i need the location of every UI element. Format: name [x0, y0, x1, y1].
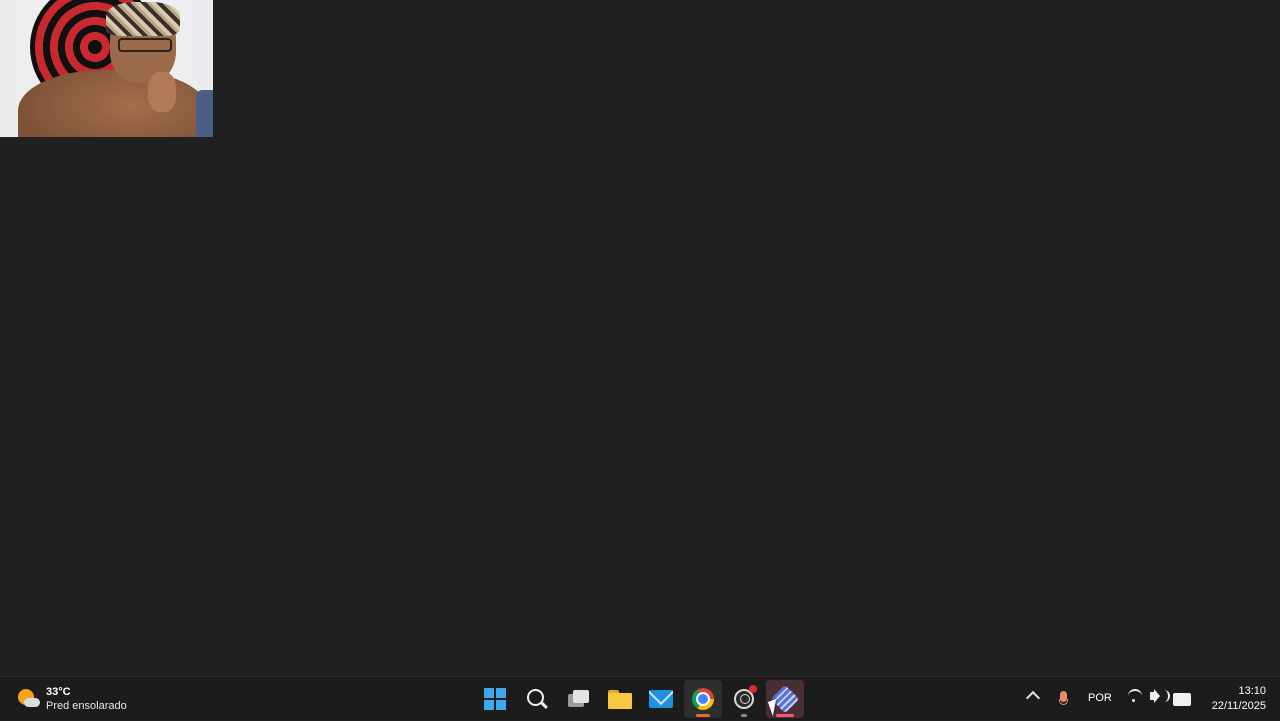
mail-button[interactable] — [642, 680, 680, 718]
clock-time: 13:10 — [1238, 685, 1266, 697]
sunny-weather-icon — [16, 687, 40, 711]
chrome-button[interactable] — [684, 680, 722, 718]
active-indicator — [776, 714, 794, 717]
wifi-icon[interactable] — [1128, 689, 1142, 703]
running-indicator — [741, 714, 747, 717]
battery-icon[interactable] — [1173, 693, 1191, 706]
task-view-icon — [568, 690, 590, 708]
person-torso — [18, 70, 208, 137]
microphone-stand — [1059, 699, 1068, 705]
weather-condition: Pred ensolarado — [46, 700, 127, 712]
bandana — [106, 2, 180, 36]
file-explorer-button[interactable] — [601, 680, 639, 718]
search-button[interactable] — [518, 680, 556, 718]
input-language[interactable]: POR — [1088, 692, 1112, 704]
windows-logo-icon — [484, 688, 506, 710]
volume-wave — [1162, 690, 1170, 702]
person-hand — [148, 72, 176, 112]
running-indicator — [696, 714, 710, 717]
folder-icon — [608, 689, 632, 709]
obs-button[interactable] — [725, 680, 763, 718]
volume-icon[interactable] — [1150, 689, 1160, 703]
weather-temperature: 33°C — [46, 686, 71, 698]
webcam-overlay — [0, 0, 213, 137]
taskbar: 33°C Pred ensolarado POR 13:10 22/11/202… — [0, 676, 1280, 720]
clock-date: 22/11/2025 — [1211, 700, 1266, 712]
clock[interactable]: 13:10 22/11/2025 — [1198, 684, 1266, 714]
start-button[interactable] — [476, 680, 514, 718]
show-hidden-icons-chevron-icon[interactable] — [1025, 690, 1041, 706]
chrome-icon — [692, 688, 714, 710]
background-object — [196, 90, 213, 137]
task-view-button[interactable] — [560, 680, 598, 718]
weather-widget[interactable]: 33°C Pred ensolarado — [16, 683, 127, 715]
glasses — [118, 38, 172, 52]
mail-icon — [649, 690, 673, 708]
recording-dot-icon — [749, 685, 757, 693]
search-icon — [527, 689, 544, 706]
